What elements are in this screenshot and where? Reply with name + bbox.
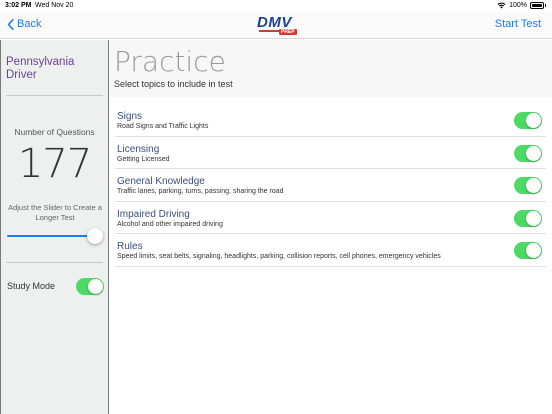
questions-value: 177 xyxy=(17,141,92,187)
topic-title: General Knowledge xyxy=(117,176,205,188)
sidebar-divider xyxy=(6,95,103,96)
topic-desc: Getting Licensed xyxy=(117,155,170,163)
back-button[interactable]: Back xyxy=(6,18,41,30)
battery-percent: 100% xyxy=(509,2,527,9)
battery-nub xyxy=(545,4,546,7)
topic-desc: Road Signs and Traffic Lights xyxy=(117,123,209,130)
toggle-knob xyxy=(88,279,103,294)
page-subtitle: Select topics to include in test xyxy=(114,79,233,89)
chevron-left-icon xyxy=(7,18,14,30)
toggle-knob xyxy=(526,145,541,161)
questions-slider-track[interactable] xyxy=(7,235,95,237)
topic-toggle-general-knowledge[interactable] xyxy=(514,177,542,195)
topic-row-rules[interactable]: Rules Speed limits, seat belts, signalin… xyxy=(115,234,546,267)
study-mode-toggle[interactable] xyxy=(76,278,104,295)
wifi-icon xyxy=(497,2,506,9)
study-mode-label: Study Mode xyxy=(7,281,56,291)
driver-title: Pennsylvania Driver xyxy=(6,56,75,81)
back-label: Back xyxy=(17,18,42,30)
questions-slider-thumb[interactable] xyxy=(87,228,103,244)
topic-title: Rules xyxy=(117,241,143,253)
page-title: Practice xyxy=(114,45,226,78)
topic-row-general-knowledge[interactable]: General Knowledge Traffic lanes, parking… xyxy=(115,169,546,202)
topic-desc: Traffic lanes, parking, turns, passing, … xyxy=(117,188,284,196)
status-time: 3:02 PM xyxy=(5,2,32,9)
topic-title: Licensing xyxy=(117,143,160,155)
logo-badge: PREP xyxy=(279,29,297,35)
topic-desc: Speed limits, seat belts, signaling, hea… xyxy=(117,253,441,261)
topic-toggle-impaired-driving[interactable] xyxy=(514,209,542,227)
main-panel: Practice Select topics to include in tes… xyxy=(109,40,552,414)
topic-row-licensing[interactable]: Licensing Getting Licensed xyxy=(115,137,546,170)
sidebar: Pennsylvania Driver Number of Questions … xyxy=(0,40,109,414)
topic-toggle-licensing[interactable] xyxy=(514,144,542,162)
sidebar-divider xyxy=(6,262,103,263)
toggle-knob xyxy=(526,113,541,128)
status-date: Wed Nov 20 xyxy=(35,2,74,9)
status-right: 100% xyxy=(497,2,546,9)
dmv-logo: DMV PREP xyxy=(257,14,297,38)
toggle-knob xyxy=(526,210,541,226)
topic-title: Impaired Driving xyxy=(117,208,190,220)
nav-bar: Back DMV PREP Start Test xyxy=(0,12,552,39)
toggle-knob xyxy=(526,178,541,194)
start-test-button[interactable]: Start Test xyxy=(495,18,541,30)
topic-toggle-rules[interactable] xyxy=(514,242,542,260)
topic-row-signs[interactable]: Signs Road Signs and Traffic Lights xyxy=(115,104,546,137)
slider-hint: Adjust the Slider to Create a Longer Tes… xyxy=(8,203,102,222)
questions-label: Number of Questions xyxy=(14,127,95,137)
topic-list: Signs Road Signs and Traffic Lights Lice… xyxy=(109,104,552,267)
battery-icon xyxy=(530,2,544,9)
toggle-knob xyxy=(526,243,541,259)
topic-desc: Alcohol and other impaired driving xyxy=(117,220,223,228)
topic-toggle-signs[interactable] xyxy=(514,112,542,129)
topic-row-impaired-driving[interactable]: Impaired Driving Alcohol and other impai… xyxy=(115,202,546,235)
status-bar: 3:02 PM Wed Nov 20 100% xyxy=(0,0,552,12)
topic-title: Signs xyxy=(117,111,143,122)
practice-header: Practice Select topics to include in tes… xyxy=(109,40,552,97)
